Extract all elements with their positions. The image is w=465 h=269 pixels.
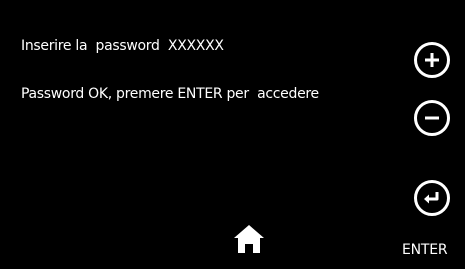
password-prompt-text: Inserire la password XXXXXX bbox=[21, 38, 224, 54]
decrement-button[interactable] bbox=[414, 100, 450, 136]
password-ok-text: Password OK, premere ENTER per accedere bbox=[21, 86, 319, 102]
increment-button[interactable] bbox=[414, 42, 450, 78]
home-icon bbox=[234, 225, 264, 253]
enter-return-icon bbox=[424, 192, 439, 204]
hmi-screen: Inserire la password XXXXXX Password OK,… bbox=[0, 0, 465, 269]
minus-icon bbox=[425, 116, 439, 120]
plus-icon bbox=[425, 53, 439, 67]
enter-label: ENTER bbox=[402, 242, 448, 258]
home-button[interactable] bbox=[231, 222, 267, 256]
enter-button[interactable] bbox=[414, 180, 450, 216]
